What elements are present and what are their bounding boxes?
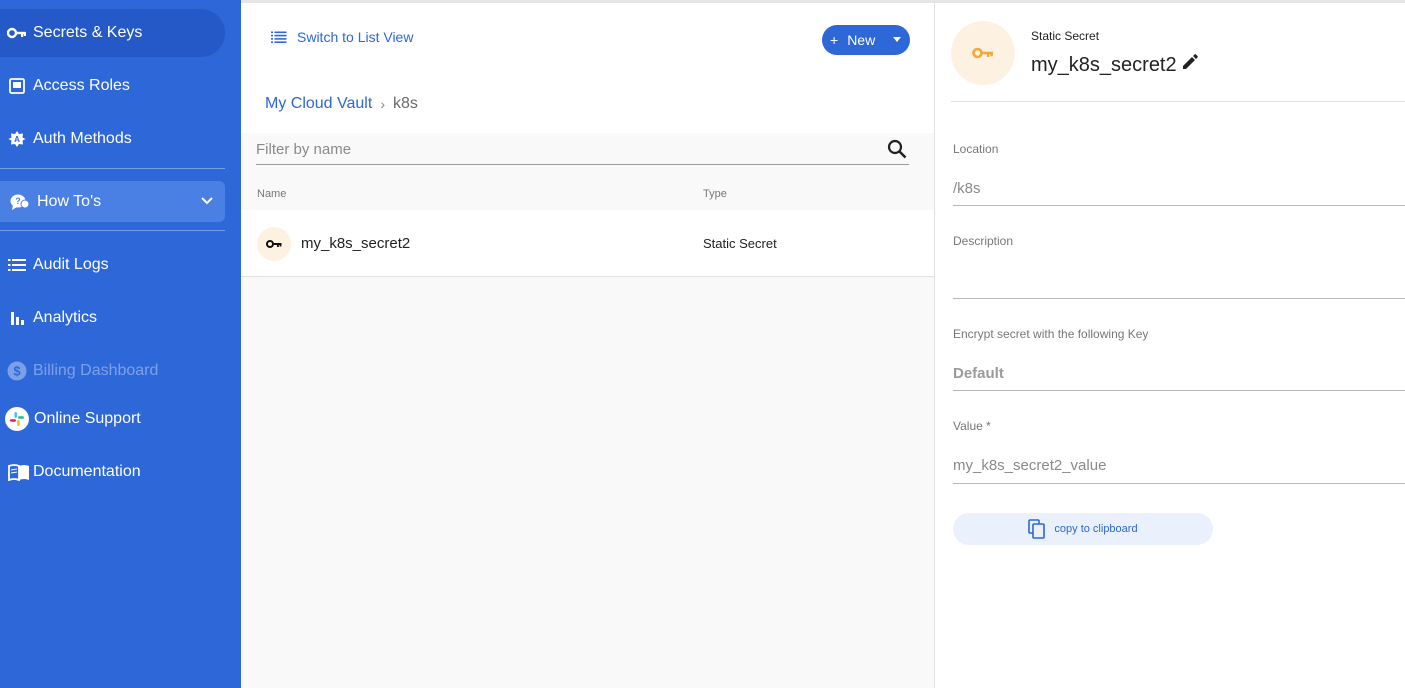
sidebar-item-label: Secrets & Keys xyxy=(33,24,143,41)
sidebar-item-auth-methods[interactable]: A Auth Methods xyxy=(0,115,225,163)
sidebar-item-label: Online Support xyxy=(34,410,141,427)
pencil-icon[interactable] xyxy=(1181,53,1199,77)
svg-text:A: A xyxy=(14,135,20,144)
book-icon xyxy=(8,462,30,482)
list-view-icon xyxy=(271,31,287,43)
breadcrumb-root[interactable]: My Cloud Vault xyxy=(265,95,372,113)
copy-icon xyxy=(1028,519,1046,539)
key-icon xyxy=(257,227,291,261)
sidebar-item-label: Access Roles xyxy=(33,77,130,94)
row-name: my_k8s_secret2 xyxy=(301,235,411,252)
switch-view-label: Switch to List View xyxy=(297,29,414,45)
svg-text:?: ? xyxy=(15,196,21,206)
new-button[interactable]: + New xyxy=(822,25,910,55)
question-chat-icon: ? xyxy=(10,192,30,212)
sidebar-divider xyxy=(0,168,225,169)
sidebar-item-label: Documentation xyxy=(33,463,141,480)
copy-label: copy to clipboard xyxy=(1054,523,1138,535)
encrypt-key-label: Encrypt secret with the following Key xyxy=(953,327,1149,341)
sidebar-item-label: Billing Dashboard xyxy=(33,362,159,379)
field-underline xyxy=(953,483,1405,484)
field-underline xyxy=(953,298,1405,299)
breadcrumb-current: k8s xyxy=(392,95,418,112)
key-icon xyxy=(7,23,27,43)
encrypt-key-value[interactable]: Default xyxy=(953,365,1004,382)
sidebar-item-billing-dashboard[interactable]: $ Billing Dashboard xyxy=(0,347,225,395)
description-label: Description xyxy=(953,234,1014,248)
divider xyxy=(951,101,1405,102)
sidebar-item-secrets-keys[interactable]: Secrets & Keys xyxy=(0,9,225,57)
secret-name-title: my_k8s_secret2 xyxy=(1031,53,1199,77)
dollar-icon: $ xyxy=(7,361,27,381)
sidebar-item-documentation[interactable]: Documentation xyxy=(0,448,225,496)
sidebar-item-label: Audit Logs xyxy=(33,256,109,273)
sidebar-item-how-tos[interactable]: ? How To's xyxy=(0,181,225,222)
sidebar-item-label: How To's xyxy=(37,192,102,210)
field-underline xyxy=(953,390,1405,391)
filter-field xyxy=(256,133,909,165)
row-type: Static Secret xyxy=(703,236,777,251)
location-value[interactable]: /k8s xyxy=(953,180,981,197)
breadcrumb-separator: › xyxy=(380,96,385,112)
secret-value[interactable]: my_k8s_secret2_value xyxy=(953,457,1106,474)
value-field: Value * my_k8s_secret2_value xyxy=(953,419,1405,484)
sidebar-item-access-roles[interactable]: Access Roles xyxy=(0,62,225,110)
new-label: New xyxy=(847,32,876,48)
key-icon xyxy=(951,21,1015,85)
sidebar-item-label: Analytics xyxy=(33,309,98,326)
secrets-list-panel: Switch to List View + New My Cloud Vault… xyxy=(241,0,934,688)
sidebar-item-audit-logs[interactable]: Audit Logs xyxy=(0,241,225,289)
auth-methods-icon: A xyxy=(7,129,27,149)
location-label: Location xyxy=(953,142,999,156)
description-field: Description xyxy=(953,234,1405,299)
field-underline xyxy=(953,205,1405,206)
svg-text:$: $ xyxy=(13,364,21,379)
encrypt-key-field: Encrypt secret with the following Key De… xyxy=(953,327,1405,391)
table-row[interactable]: my_k8s_secret2 Static Secret xyxy=(241,210,934,277)
bar-chart-icon xyxy=(7,308,27,328)
caret-down-icon[interactable] xyxy=(893,37,901,42)
list-header: Switch to List View + New My Cloud Vault… xyxy=(241,0,934,133)
search-icon[interactable] xyxy=(887,139,907,164)
plus-icon: + xyxy=(830,32,839,48)
secret-details-panel: Static Secret my_k8s_secret2 Location /k… xyxy=(934,0,1405,688)
sidebar-divider xyxy=(0,230,225,231)
list-icon xyxy=(7,255,27,275)
column-header-name: Name xyxy=(257,188,287,200)
sidebar: Secrets & Keys Access Roles A Auth Metho… xyxy=(0,0,241,688)
secret-kind: Static Secret xyxy=(1031,29,1100,43)
breadcrumb: My Cloud Vault › k8s xyxy=(265,95,418,113)
copy-to-clipboard-button[interactable]: copy to clipboard xyxy=(953,513,1213,545)
location-field: Location /k8s xyxy=(953,142,1405,206)
chevron-down-icon[interactable] xyxy=(199,193,215,209)
sidebar-item-label: Auth Methods xyxy=(33,130,132,147)
secret-name: my_k8s_secret2 xyxy=(1031,53,1177,76)
sidebar-item-online-support[interactable]: Online Support xyxy=(0,395,225,443)
value-label: Value * xyxy=(953,419,991,433)
filter-input[interactable] xyxy=(256,138,876,160)
column-header-type: Type xyxy=(703,188,727,200)
slack-icon xyxy=(5,407,29,431)
sidebar-item-analytics[interactable]: Analytics xyxy=(0,294,225,342)
access-roles-icon xyxy=(7,76,27,96)
switch-to-list-view-button[interactable]: Switch to List View xyxy=(271,29,413,45)
